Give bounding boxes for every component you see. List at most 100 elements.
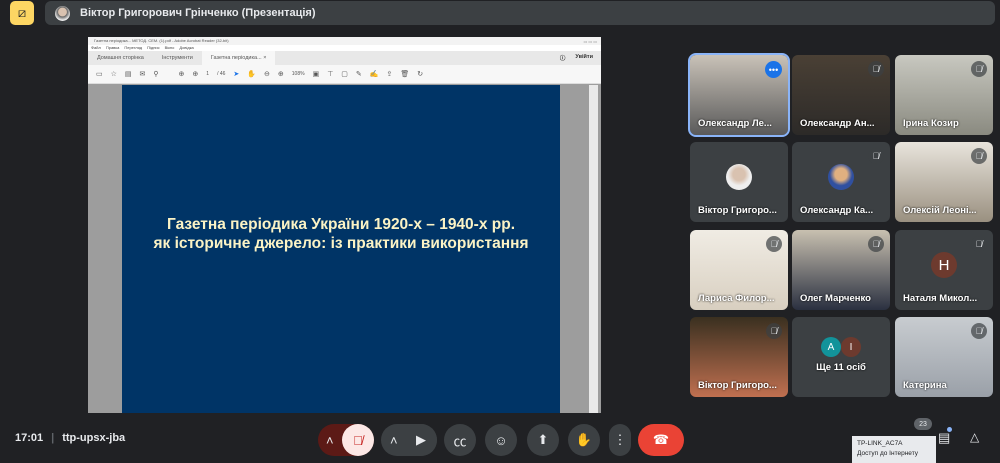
participant-tile[interactable]: Олександр Ка... 🎙̸ [792,142,890,222]
more-options-icon[interactable]: ••• [765,61,782,78]
stamp-icon: ⊤ [327,71,334,78]
presenter-avatar [55,5,70,21]
participant-name: Ще 11 осіб [816,362,866,373]
meeting-code[interactable]: ttp-upsx-jba [62,432,125,444]
mic-toggle-button[interactable]: 🎙̸ [342,424,374,456]
presentation-off-icon[interactable]: ⧄ [10,1,34,25]
menu-help: Довідка [179,45,194,50]
menu-sign: Підпис [147,45,160,50]
acrobat-tabs: Домашня сторінка Інструменти Газетна пер… [88,51,601,65]
participant-tile[interactable]: Віктор Григоро... [690,142,788,222]
chat-icon[interactable]: ▤ [938,430,950,446]
participant-tile[interactable]: Олег Марченко 🎙̸ [792,230,890,310]
captions-button[interactable]: ㏄ [444,424,476,456]
avatar [828,164,854,190]
menu-file: Файл [91,45,101,50]
hand-icon: ✋ [247,71,257,78]
sign-in: Увійти [575,54,593,60]
clock: 17:01 [15,432,44,444]
help-icon: ⓘ [559,56,566,62]
participant-tile[interactable]: Олександр Ан... 🎙̸ [792,55,890,135]
menu-edit: Правка [105,45,120,50]
emoji-icon: ☺ [494,432,508,448]
participant-tile[interactable]: А І Ще 11 осіб [792,317,890,397]
avatar [726,164,752,190]
raise-hand-button[interactable]: ✋ [568,424,600,456]
page-number: 1 [206,71,210,77]
mic-off-icon: 🎙̸ [868,148,884,164]
participant-tile[interactable]: Катерина 🎙̸ [895,317,993,397]
trash-icon: 🗑 [400,71,410,78]
mic-off-icon: 🎙̸ [766,323,782,339]
comment-icon: ▢ [341,71,348,78]
participant-name: Віктор Григоро... [698,205,777,216]
tab-document-label: Газетна періодика... [210,55,262,61]
participant-tile[interactable]: Ірина Козир 🎙̸ [895,55,993,135]
participant-name: Олександр Ан... [800,118,875,129]
participant-tile[interactable]: Н Наталя Микол... 🎙̸ [895,230,993,310]
page-down-icon: ⊕ [192,71,199,78]
participant-name: Олександр Ка... [800,205,874,216]
activities-icon[interactable]: △ [970,430,979,444]
mic-off-icon: 🎙̸ [868,236,884,252]
phone-hangup-icon: ☎ [652,432,670,447]
participant-name: Лариса Филор... [698,293,775,304]
save-icon: ▭ [96,71,103,78]
cursor-icon: ➤ [233,71,240,78]
page-up-icon: ⊕ [178,71,185,78]
scrollbar [589,85,598,413]
wifi-name: TP-LINK_AC7A [857,440,903,447]
menu-window: Вікно [164,45,175,50]
participant-name: Ірина Козир [903,118,959,129]
participant-tile[interactable]: Олексій Леоні... 🎙̸ [895,142,993,222]
participant-name: Катерина [903,380,947,391]
tab-home: Домашня сторінка [97,55,144,61]
captions-icon: ㏄ [453,433,467,449]
share-icon: ⇪ [386,71,393,78]
menu-view: Перегляд [124,45,143,50]
participant-name: Олександр Ле... [698,118,772,129]
tab-tools: Інструменти [161,55,193,61]
zoom-out-icon: ⊖ [264,71,270,78]
shared-screen: Газетна періодика... МЕТОД. СЕМ. (1).pdf… [88,37,601,413]
present-icon: ⬆ [537,432,549,447]
participant-name: Олексій Леоні... [903,205,977,216]
wifi-status: Доступ до Інтернету [857,450,918,457]
page-total: / 46 [217,71,226,77]
people-count-badge: 23 [914,418,932,430]
mail-icon: ✉ [139,71,146,78]
window-controls: ▭ ▭ ▭ [583,39,597,44]
presenter-name: Віктор Григорович Грінченко (Презентація… [80,7,316,19]
rotate-icon: ↻ [417,71,424,78]
present-button[interactable]: ⬆ [527,424,559,456]
reactions-button[interactable]: ☺ [485,424,517,456]
camera-button[interactable]: ▶ [405,424,437,456]
mic-off-icon: 🎙̸ [766,236,782,252]
participant-tile[interactable]: Віктор Григоро... 🎙̸ [690,317,788,397]
mic-off-icon: 🎙̸ [971,61,987,77]
avatar: Н [931,252,957,278]
presenter-bar: Віктор Григорович Грінченко (Презентація… [45,1,995,25]
mic-off-icon: 🎙̸ [353,432,363,448]
camera-icon: ▶ [416,432,426,447]
print-icon: ▤ [124,71,132,78]
mic-off-icon: 🎙̸ [868,61,884,77]
participant-name: Наталя Микол... [903,293,978,304]
hand-icon: ✋ [575,432,593,447]
end-call-button[interactable]: ☎ [638,424,684,456]
zoom-in-icon: ⊕ [277,71,284,78]
mic-off-icon: 🎙̸ [971,148,987,164]
window-title: Газетна періодика... МЕТОД. СЕМ. (1).pdf… [94,38,229,43]
mic-off-icon: 🎙̸ [971,236,987,252]
chevron-up-icon: ˄ [326,432,334,448]
search-icon: ⚲ [153,71,159,78]
sign-icon: ✍ [369,71,379,78]
chevron-up-icon: ˄ [390,432,398,448]
pen-icon: ✎ [355,71,362,78]
notification-dot [947,427,952,432]
participant-tile[interactable]: Олександр Ле... ••• [688,53,790,137]
participant-tile[interactable]: Лариса Филор... 🎙̸ [690,230,788,310]
more-options-button[interactable]: ⋮ [609,424,631,456]
slide-title-line1: Газетна періодика України 1920-х – 1940-… [166,216,516,233]
meeting-info: 17:01 | ttp-upsx-jba [15,432,126,444]
